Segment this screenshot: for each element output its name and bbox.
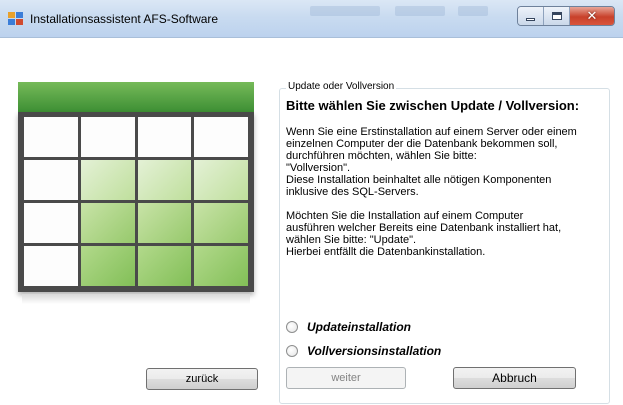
radio-full-version-installation[interactable]: Vollversionsinstallation — [286, 344, 441, 358]
close-button[interactable]: ✕ — [570, 7, 614, 25]
radio-update-installation[interactable]: Updateinstallation — [286, 320, 411, 334]
window-controls: ✕ — [517, 6, 615, 26]
close-icon: ✕ — [586, 8, 598, 24]
back-button[interactable]: zurück — [146, 368, 258, 390]
minimize-button[interactable] — [518, 7, 544, 25]
next-button[interactable]: weiter — [286, 367, 406, 389]
maximize-button[interactable] — [544, 7, 570, 25]
minimize-icon — [526, 17, 535, 21]
cancel-button[interactable]: Abbruch — [453, 367, 576, 389]
background-window-blur — [458, 6, 488, 16]
maximize-icon — [551, 12, 562, 20]
description-text: Wenn Sie eine Erstinstallation auf einem… — [286, 126, 577, 258]
radio-button-circle[interactable] — [286, 321, 298, 333]
database-table-illustration — [18, 82, 254, 306]
title-bar[interactable]: Installationsassistent AFS-Software ✕ — [0, 0, 623, 38]
groupbox-heading: Bitte wählen Sie zwischen Update / Vollv… — [286, 98, 580, 113]
radio-label[interactable]: Vollversionsinstallation — [307, 344, 441, 358]
illustration-shadow — [22, 294, 250, 304]
illustration-grid — [18, 112, 254, 292]
window-title: Installationsassistent AFS-Software — [30, 12, 219, 26]
radio-label[interactable]: Updateinstallation — [307, 320, 411, 334]
illustration-header-bar — [18, 82, 254, 112]
installer-app-icon — [8, 12, 24, 26]
radio-button-circle[interactable] — [286, 345, 298, 357]
groupbox-legend: Update oder Vollversion — [286, 81, 397, 92]
background-window-blur — [395, 6, 445, 16]
background-window-blur — [310, 6, 380, 16]
